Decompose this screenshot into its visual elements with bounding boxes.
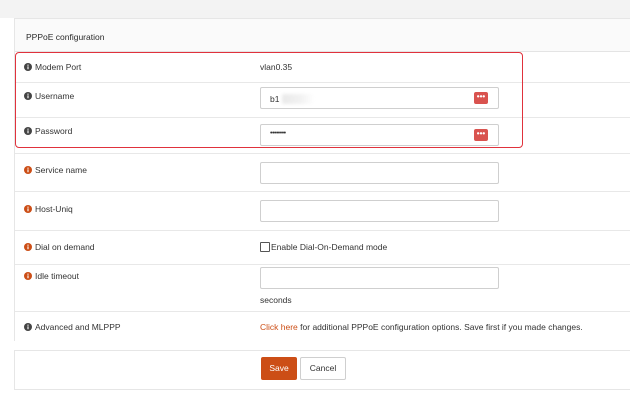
service-name-input[interactable] — [260, 162, 499, 184]
row-dial-on-demand: Dial on demand Enable Dial-On-Demand mod… — [15, 231, 630, 265]
panel-title: PPPoE configuration — [26, 32, 105, 42]
info-icon[interactable] — [24, 205, 32, 213]
advanced-label: Advanced and MLPPP — [35, 322, 121, 332]
host-uniq-label-group: Host-Uniq — [24, 204, 73, 214]
dial-on-demand-checkbox[interactable] — [260, 242, 270, 252]
dial-on-demand-label: Dial on demand — [35, 242, 95, 252]
advanced-help: Click here for additional PPPoE configur… — [260, 322, 583, 332]
host-uniq-label: Host-Uniq — [35, 204, 73, 214]
info-icon[interactable] — [24, 323, 32, 331]
idle-timeout-input[interactable] — [260, 267, 499, 289]
dial-on-demand-label-group: Dial on demand — [24, 242, 95, 252]
advanced-help-text: for additional PPPoE configuration optio… — [297, 322, 583, 332]
idle-timeout-unit: seconds — [260, 295, 292, 305]
host-uniq-input[interactable] — [260, 200, 499, 222]
row-idle-timeout: Idle timeout seconds — [15, 265, 630, 312]
row-advanced: Advanced and MLPPP Click here for additi… — [15, 312, 630, 340]
panel-header: PPPoE configuration — [15, 19, 630, 52]
row-service-name: Service name — [15, 154, 630, 192]
cancel-button[interactable]: Cancel — [300, 357, 346, 380]
info-icon[interactable] — [24, 243, 32, 251]
info-icon[interactable] — [24, 166, 32, 174]
footer-panel: Save Cancel — [14, 350, 630, 390]
advanced-link[interactable]: Click here — [260, 322, 298, 332]
top-strip — [0, 0, 630, 18]
row-host-uniq: Host-Uniq — [15, 192, 630, 231]
info-icon[interactable] — [24, 272, 32, 280]
service-name-label-group: Service name — [24, 165, 87, 175]
service-name-label: Service name — [35, 165, 87, 175]
highlight-box — [15, 52, 523, 148]
idle-timeout-label-group: Idle timeout — [24, 271, 79, 281]
idle-timeout-label: Idle timeout — [35, 271, 79, 281]
dial-on-demand-checkbox-label[interactable]: Enable Dial-On-Demand mode — [271, 242, 387, 252]
save-button[interactable]: Save — [261, 357, 297, 380]
advanced-label-group: Advanced and MLPPP — [24, 322, 121, 332]
